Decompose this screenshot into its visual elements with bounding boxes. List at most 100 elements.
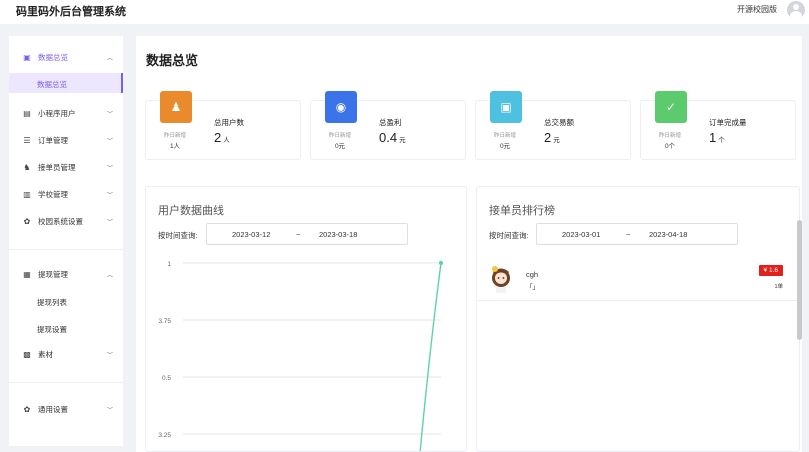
stat-value: 1个: [709, 130, 725, 145]
check-clipboard-icon: ✓: [655, 91, 687, 123]
stat-value: 2元: [544, 130, 560, 145]
sidebar-item-label: 小程序用户: [38, 108, 76, 118]
query-label: 按时间查询:: [158, 231, 198, 240]
panel-title: 用户数据曲线: [158, 205, 224, 217]
query-label: 按时间查询:: [489, 231, 529, 240]
date-separator: ~: [296, 230, 301, 239]
stat-value: 2人: [214, 130, 230, 145]
school-icon: ▥: [23, 189, 31, 199]
moneybag-icon: ◉: [325, 91, 357, 123]
page-title: 数据总览: [146, 53, 199, 68]
date-separator: ~: [626, 230, 631, 239]
sidebar-item-label: 提现管理: [38, 269, 68, 279]
sidebar-item-orders[interactable]: ☰ 订单管理 ﹀: [9, 130, 123, 150]
series-line: [419, 262, 442, 451]
sidebar-divider: [9, 382, 123, 383]
stat-label: 订单完成量: [709, 118, 747, 127]
gear-icon: ✿: [23, 404, 31, 414]
sidebar-item-label: 提现设置: [37, 325, 67, 334]
stat-card-users: ♟ 昨日新增 1人 总用户数 2人: [145, 91, 301, 160]
amount-badge: ¥ 1.6: [758, 265, 783, 276]
date-range-picker[interactable]: 2023-03-01 ~ 2023-04-18: [536, 223, 738, 245]
sidebar-item-campus-settings[interactable]: ✿ 校园系统设置 ﹀: [9, 211, 123, 231]
sidebar-item-withdrawals[interactable]: ▦ 提现管理 ︿: [9, 264, 123, 284]
chevron-down-icon: ﹀: [106, 192, 113, 199]
stat-yesterday-value: 1人: [169, 143, 181, 150]
sidebar-subitem-withdraw-list[interactable]: 提现列表: [9, 291, 123, 311]
sidebar-item-schools[interactable]: ▥ 学校管理 ﹀: [9, 184, 123, 204]
y-tick-label: 0.5: [162, 375, 171, 382]
date-start: 2023-03-01: [562, 230, 601, 239]
date-start: 2023-03-12: [232, 230, 271, 239]
chevron-up-icon: ︿: [106, 272, 113, 279]
media-icon: ▩: [23, 349, 31, 359]
sidebar-item-label: 数据总览: [38, 52, 68, 62]
order-icon: ☰: [23, 135, 31, 145]
sidebar-item-label: 数据总览: [37, 80, 67, 89]
dashboard-icon: ▣: [23, 52, 31, 62]
courier-subtitle: 「」: [526, 284, 539, 291]
courier-name: cgh: [526, 270, 539, 279]
panel-title: 接单员排行榜: [489, 205, 555, 217]
stat-yesterday-label: 昨日新增: [163, 133, 186, 139]
avatar[interactable]: [787, 1, 805, 19]
sidebar-item-label: 素材: [38, 349, 53, 359]
user-icon: ▤: [23, 108, 31, 118]
sidebar-item-label: 学校管理: [38, 189, 68, 199]
chevron-down-icon: ﹀: [106, 165, 113, 172]
stat-yesterday-label: 昨日新增: [493, 133, 516, 139]
stat-yesterday-value: 0个: [664, 143, 676, 150]
stat-yesterday-value: 0元: [499, 143, 511, 150]
sidebar-divider: [9, 249, 123, 250]
y-tick-label: 1: [167, 261, 171, 268]
scrollbar[interactable]: [797, 220, 802, 340]
sidebar: ▣ 数据总览 ︿ 数据总览 ▤ 小程序用户 ﹀ ☰ 订单管理 ﹀ ♞ 接单员管理…: [9, 36, 123, 446]
sidebar-item-miniapp-users[interactable]: ▤ 小程序用户 ﹀: [9, 103, 123, 123]
stat-yesterday-value: 0元: [334, 143, 346, 150]
stat-value: 0.4 元: [379, 130, 406, 145]
chevron-down-icon: ﹀: [106, 219, 113, 226]
wallet-icon: ▣: [490, 91, 522, 123]
sidebar-item-label: 提现列表: [37, 298, 67, 307]
sidebar-item-label: 订单管理: [38, 135, 68, 145]
stat-card-profit: ◉ 昨日新增 0元 总盈利 0.4 元: [310, 91, 466, 160]
chevron-up-icon: ︿: [106, 55, 113, 62]
chevron-down-icon: ﹀: [106, 138, 113, 145]
date-end: 2023-04-18: [649, 230, 688, 239]
stat-yesterday-label: 昨日新增: [328, 133, 351, 139]
courier-avatar: [492, 266, 510, 293]
stat-label: 总用户数: [214, 118, 244, 127]
sidebar-subitem-dashboard[interactable]: 数据总览: [9, 73, 123, 93]
y-tick-label: 3.75: [158, 318, 171, 325]
main-content: 数据总览 ♟ 昨日新增 1人 总用户数 2人 ◉ 昨日新增 0元 总盈利 0.4…: [136, 36, 802, 452]
courier-icon: ♞: [23, 162, 31, 172]
sidebar-item-label: 通用设置: [38, 404, 68, 414]
stat-yesterday-label: 昨日新增: [658, 133, 681, 139]
chevron-down-icon: ﹀: [106, 407, 113, 414]
stat-card-orders: ✓ 昨日新增 0个 订单完成量 1个: [640, 91, 796, 160]
chevron-down-icon: ﹀: [106, 352, 113, 359]
user-icon: ♟: [160, 91, 192, 123]
sidebar-subitem-withdraw-settings[interactable]: 提现设置: [9, 318, 123, 338]
list-item[interactable]: cgh 「」 ¥ 1.6 1单: [477, 259, 799, 301]
gear-icon: ✿: [23, 216, 31, 226]
date-end: 2023-03-18: [319, 230, 358, 239]
sidebar-item-couriers[interactable]: ♞ 接单员管理 ﹀: [9, 157, 123, 177]
sidebar-item-label: 接单员管理: [38, 162, 76, 172]
order-count: 1单: [774, 284, 783, 290]
app-title: 码里码外后台管理系统: [16, 6, 126, 18]
y-tick-label: 3.25: [158, 432, 171, 439]
sidebar-item-dashboard[interactable]: ▣ 数据总览 ︿: [9, 47, 123, 67]
data-point[interactable]: [438, 260, 444, 266]
stat-label: 总盈利: [379, 118, 402, 127]
school-switcher[interactable]: 开源校园版: [737, 4, 777, 15]
user-line-chart: 1 3.75 0.5 3.25: [146, 257, 466, 451]
date-range-picker[interactable]: 2023-03-12 ~ 2023-03-18: [206, 223, 408, 245]
sidebar-item-general-settings[interactable]: ✿ 通用设置 ﹀: [9, 399, 123, 419]
stat-card-volume: ▣ 昨日新增 0元 总交易额 2元: [475, 91, 631, 160]
sidebar-item-label: 校园系统设置: [38, 216, 83, 226]
sidebar-item-media[interactable]: ▩ 素材 ﹀: [9, 344, 123, 364]
chevron-down-icon: ﹀: [106, 111, 113, 118]
top-bar: 码里码外后台管理系统 开源校园版: [0, 0, 809, 24]
stat-label: 总交易额: [544, 118, 574, 127]
